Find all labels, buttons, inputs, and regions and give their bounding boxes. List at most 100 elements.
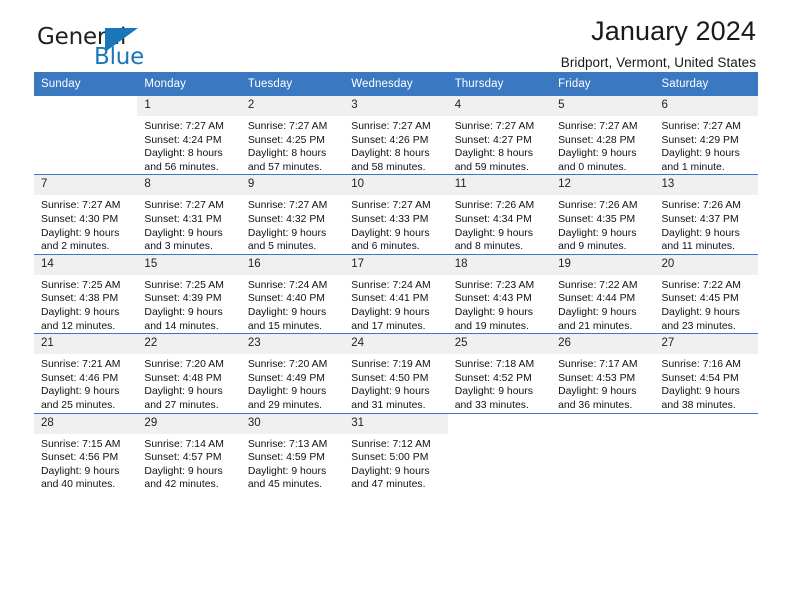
day-number — [551, 413, 655, 434]
sunset-text: Sunset: 4:29 PM — [661, 134, 739, 146]
day-number: 23 — [240, 334, 345, 355]
day-cell[interactable]: 16 Sunrise: 7:24 AM Sunset: 4:40 PM Dayl… — [240, 253, 345, 334]
day-cell[interactable]: 11 Sunrise: 7:26 AM Sunset: 4:34 PM Dayl… — [447, 174, 552, 255]
sunset-text: Sunset: 4:30 PM — [41, 213, 119, 225]
weekday-header-saturday: Saturday — [654, 72, 758, 96]
day-cell[interactable]: 7 Sunrise: 7:27 AM Sunset: 4:30 PM Dayli… — [34, 174, 138, 255]
daylight-text-line2: and 1 minute. — [661, 161, 725, 173]
day-details — [448, 434, 551, 438]
day-cell[interactable] — [447, 412, 552, 492]
general-blue-logo[interactable]: General Blue — [37, 26, 217, 78]
day-cell[interactable]: 24 Sunrise: 7:19 AM Sunset: 4:50 PM Dayl… — [344, 333, 448, 413]
sunrise-text: Sunrise: 7:13 AM — [247, 438, 328, 450]
sunset-text: Sunset: 4:37 PM — [661, 213, 739, 225]
daylight-text-line1: Daylight: 9 hours — [454, 227, 533, 239]
daylight-text-line1: Daylight: 9 hours — [558, 227, 637, 239]
day-details: Sunrise: 7:18 AM Sunset: 4:52 PM Dayligh… — [448, 354, 551, 412]
daylight-text-line1: Daylight: 8 hours — [144, 148, 223, 160]
day-number: 29 — [137, 413, 241, 434]
daylight-text-line2: and 29 minutes. — [247, 399, 323, 411]
weekday-header-thursday: Thursday — [447, 72, 552, 96]
week-row: 1 Sunrise: 7:27 AM Sunset: 4:24 PM Dayli… — [34, 96, 758, 175]
sunset-text: Sunset: 4:52 PM — [454, 372, 532, 384]
day-cell[interactable]: 14 Sunrise: 7:25 AM Sunset: 4:38 PM Dayl… — [34, 253, 138, 334]
day-number: 21 — [34, 334, 138, 355]
day-number: 27 — [654, 334, 758, 355]
sunset-text: Sunset: 4:54 PM — [661, 372, 739, 384]
day-cell[interactable] — [34, 96, 138, 175]
daylight-text-line1: Daylight: 9 hours — [351, 386, 430, 398]
day-cell[interactable]: 20 Sunrise: 7:22 AM Sunset: 4:45 PM Dayl… — [654, 253, 758, 334]
day-cell[interactable]: 30 Sunrise: 7:13 AM Sunset: 4:59 PM Dayl… — [240, 412, 345, 492]
sunrise-text: Sunrise: 7:26 AM — [558, 200, 638, 212]
day-number: 12 — [551, 175, 655, 196]
day-cell[interactable]: 28 Sunrise: 7:15 AM Sunset: 4:56 PM Dayl… — [34, 412, 138, 492]
day-cell[interactable]: 3 Sunrise: 7:27 AM Sunset: 4:26 PM Dayli… — [344, 96, 448, 175]
day-cell[interactable]: 17 Sunrise: 7:24 AM Sunset: 4:41 PM Dayl… — [344, 253, 448, 334]
daylight-text-line1: Daylight: 9 hours — [558, 306, 637, 318]
day-details: Sunrise: 7:27 AM Sunset: 4:27 PM Dayligh… — [448, 116, 551, 174]
daylight-text-line2: and 21 minutes. — [558, 320, 633, 332]
sunset-text: Sunset: 4:40 PM — [247, 293, 325, 305]
day-number: 2 — [240, 96, 345, 116]
daylight-text-line1: Daylight: 9 hours — [247, 227, 327, 239]
daylight-text-line2: and 59 minutes. — [454, 161, 529, 173]
day-cell[interactable]: 29 Sunrise: 7:14 AM Sunset: 4:57 PM Dayl… — [137, 412, 241, 492]
daylight-text-line2: and 12 minutes. — [41, 320, 116, 332]
sunset-text: Sunset: 4:43 PM — [454, 293, 532, 305]
day-cell[interactable]: 13 Sunrise: 7:26 AM Sunset: 4:37 PM Dayl… — [654, 174, 758, 255]
day-cell[interactable]: 31 Sunrise: 7:12 AM Sunset: 5:00 PM Dayl… — [344, 412, 448, 492]
day-details: Sunrise: 7:22 AM Sunset: 4:44 PM Dayligh… — [551, 275, 654, 333]
day-cell[interactable]: 19 Sunrise: 7:22 AM Sunset: 4:44 PM Dayl… — [551, 253, 655, 334]
day-cell[interactable] — [551, 412, 655, 492]
day-cell[interactable]: 21 Sunrise: 7:21 AM Sunset: 4:46 PM Dayl… — [34, 333, 138, 413]
day-cell[interactable]: 15 Sunrise: 7:25 AM Sunset: 4:39 PM Dayl… — [137, 253, 241, 334]
day-cell[interactable]: 23 Sunrise: 7:20 AM Sunset: 4:49 PM Dayl… — [240, 333, 345, 413]
calendar-page: General Blue January 2024 Bridport, Verm… — [0, 0, 792, 612]
day-number: 28 — [34, 413, 138, 434]
daylight-text-line2: and 45 minutes. — [247, 479, 323, 491]
daylight-text-line2: and 3 minutes. — [144, 241, 213, 253]
day-number: 13 — [654, 175, 758, 196]
day-cell[interactable]: 22 Sunrise: 7:20 AM Sunset: 4:48 PM Dayl… — [137, 333, 241, 413]
daylight-text-line1: Daylight: 9 hours — [41, 386, 120, 398]
daylight-text-line1: Daylight: 8 hours — [351, 148, 430, 160]
sunset-text: Sunset: 4:44 PM — [558, 293, 636, 305]
day-cell[interactable]: 2 Sunrise: 7:27 AM Sunset: 4:25 PM Dayli… — [240, 96, 345, 175]
day-details: Sunrise: 7:24 AM Sunset: 4:40 PM Dayligh… — [241, 275, 344, 333]
sunset-text: Sunset: 4:24 PM — [144, 134, 222, 146]
daylight-text-line2: and 40 minutes. — [41, 479, 116, 491]
daylight-text-line2: and 38 minutes. — [661, 399, 736, 411]
day-cell[interactable]: 27 Sunrise: 7:16 AM Sunset: 4:54 PM Dayl… — [654, 333, 758, 413]
day-cell[interactable]: 5 Sunrise: 7:27 AM Sunset: 4:28 PM Dayli… — [551, 96, 655, 175]
day-details: Sunrise: 7:25 AM Sunset: 4:39 PM Dayligh… — [137, 275, 240, 333]
daylight-text-line2: and 31 minutes. — [351, 399, 426, 411]
sunset-text: Sunset: 4:31 PM — [144, 213, 222, 225]
day-cell[interactable]: 6 Sunrise: 7:27 AM Sunset: 4:29 PM Dayli… — [654, 96, 758, 175]
sunrise-text: Sunrise: 7:27 AM — [661, 121, 741, 132]
title-block: January 2024 Bridport, Vermont, United S… — [561, 14, 756, 73]
daylight-text-line2: and 42 minutes. — [144, 479, 219, 491]
day-cell[interactable]: 1 Sunrise: 7:27 AM Sunset: 4:24 PM Dayli… — [137, 96, 241, 175]
day-cell[interactable]: 18 Sunrise: 7:23 AM Sunset: 4:43 PM Dayl… — [447, 253, 552, 334]
sunrise-text: Sunrise: 7:27 AM — [558, 121, 638, 132]
day-cell[interactable]: 4 Sunrise: 7:27 AM Sunset: 4:27 PM Dayli… — [447, 96, 552, 175]
sunset-text: Sunset: 4:41 PM — [351, 293, 429, 305]
sunrise-text: Sunrise: 7:21 AM — [41, 359, 121, 371]
day-number: 25 — [447, 334, 552, 355]
day-number: 1 — [137, 96, 241, 116]
sunset-text: Sunset: 4:48 PM — [144, 372, 222, 384]
day-details: Sunrise: 7:14 AM Sunset: 4:57 PM Dayligh… — [137, 434, 240, 492]
day-details — [655, 434, 758, 438]
day-cell[interactable]: 8 Sunrise: 7:27 AM Sunset: 4:31 PM Dayli… — [137, 174, 241, 255]
day-cell[interactable]: 9 Sunrise: 7:27 AM Sunset: 4:32 PM Dayli… — [240, 174, 345, 255]
day-cell[interactable]: 25 Sunrise: 7:18 AM Sunset: 4:52 PM Dayl… — [447, 333, 552, 413]
calendar-table: Sunday Monday Tuesday Wednesday Thursday… — [34, 72, 758, 492]
sunset-text: Sunset: 4:49 PM — [247, 372, 325, 384]
day-cell[interactable]: 12 Sunrise: 7:26 AM Sunset: 4:35 PM Dayl… — [551, 174, 655, 255]
day-cell[interactable] — [654, 412, 758, 492]
day-cell[interactable]: 26 Sunrise: 7:17 AM Sunset: 4:53 PM Dayl… — [551, 333, 655, 413]
week-row: 28 Sunrise: 7:15 AM Sunset: 4:56 PM Dayl… — [34, 412, 758, 492]
day-cell[interactable]: 10 Sunrise: 7:27 AM Sunset: 4:33 PM Dayl… — [344, 174, 448, 255]
daylight-text-line1: Daylight: 9 hours — [661, 227, 740, 239]
